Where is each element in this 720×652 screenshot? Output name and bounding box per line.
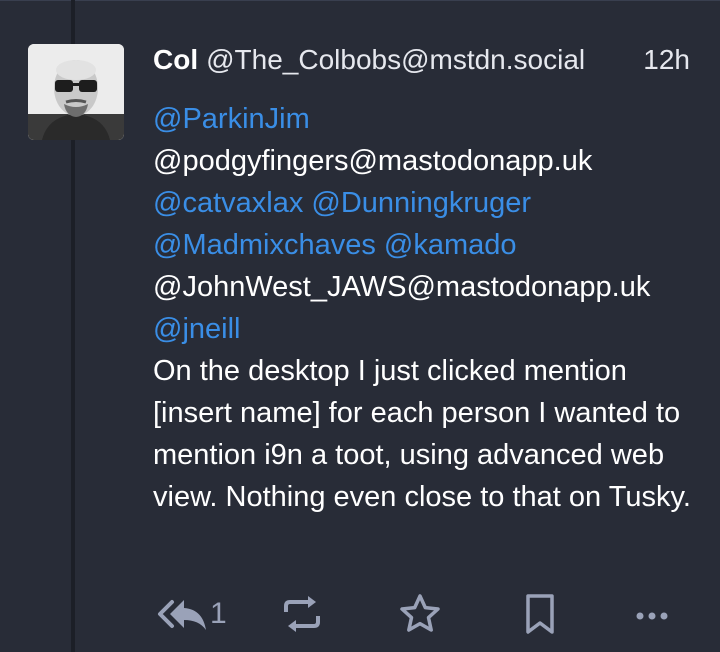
mention-line: @JohnWest_JAWS@mastodonapp.uk: [153, 266, 705, 308]
more-button[interactable]: [632, 586, 672, 642]
mention-link[interactable]: @Madmixchaves: [153, 229, 376, 261]
username[interactable]: @The_Colbobs@mstdn.social: [206, 44, 585, 75]
mention-line: @catvaxlax @Dunningkruger: [153, 182, 705, 224]
display-name[interactable]: Col: [153, 44, 198, 75]
status-content: @ParkinJim @podgyfingers@mastodonapp.uk …: [153, 98, 705, 518]
mention-line: @jneill: [153, 308, 705, 350]
avatar-image: [28, 44, 124, 140]
mention-link[interactable]: @kamado: [384, 229, 517, 261]
mention-line: @Madmixchaves @kamado: [153, 224, 705, 266]
favourite-button[interactable]: [398, 586, 442, 642]
bookmark-button[interactable]: [520, 586, 560, 642]
reply-all-icon: [158, 600, 206, 630]
action-bar: 1: [150, 586, 690, 642]
timestamp[interactable]: 12h: [643, 38, 690, 82]
status-card[interactable]: Col @The_Colbobs@mstdn.social 12h @Parkin…: [0, 0, 720, 652]
mention-text: @podgyfingers@mastodonapp.uk: [153, 145, 593, 177]
avatar[interactable]: [28, 44, 124, 140]
mention-text: @JohnWest_JAWS@mastodonapp.uk: [153, 271, 651, 303]
more-icon: [636, 612, 668, 620]
reply-count: 1: [210, 597, 227, 630]
favourite-icon: [400, 594, 440, 632]
mention-link[interactable]: @catvaxlax: [153, 187, 303, 219]
mention-link[interactable]: @ParkinJim: [153, 103, 310, 135]
status-body: On the desktop I just clicked mention [i…: [153, 355, 691, 513]
divider: [0, 0, 720, 1]
mention-link[interactable]: @jneill: [153, 313, 240, 345]
boost-button[interactable]: [280, 586, 324, 642]
mention-link[interactable]: @Dunningkruger: [311, 187, 531, 219]
mention-line: @ParkinJim: [153, 98, 705, 140]
reply-all-button[interactable]: 1: [156, 586, 227, 642]
boost-icon: [284, 596, 320, 632]
mention-line: @podgyfingers@mastodonapp.uk: [153, 140, 705, 182]
status-header: Col @The_Colbobs@mstdn.social: [153, 38, 713, 82]
bookmark-icon: [526, 594, 554, 634]
